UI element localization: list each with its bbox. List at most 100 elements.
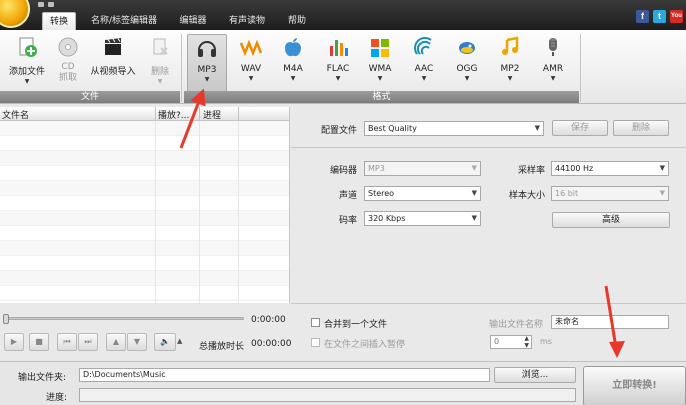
delete-button[interactable]: 删除 ▼ bbox=[146, 34, 174, 92]
format-label: M4A bbox=[283, 64, 303, 74]
cd-rip-line1: CD bbox=[61, 62, 75, 72]
list-item bbox=[0, 286, 289, 301]
tab-audiobook[interactable]: 有声读物 bbox=[224, 12, 270, 30]
format-label: WAV bbox=[240, 64, 262, 74]
list-item bbox=[0, 256, 289, 271]
format-wma-button[interactable]: WMA ▼ bbox=[360, 34, 400, 92]
format-mp2-button[interactable]: MP2 ▼ bbox=[490, 34, 530, 92]
equalizer-icon bbox=[330, 40, 348, 56]
column-progress[interactable]: 进程 bbox=[203, 108, 221, 121]
volume-up-icon[interactable]: ▲ bbox=[177, 337, 182, 345]
format-flac-button[interactable]: FLAC ▼ bbox=[318, 34, 358, 92]
format-wav-button[interactable]: WAV ▼ bbox=[231, 34, 271, 92]
progress-bar bbox=[79, 388, 576, 402]
file-list-header: 文件名 播放?... 进程 bbox=[0, 107, 289, 121]
format-label: WMA bbox=[368, 64, 392, 74]
move-up-button[interactable]: ▲ bbox=[106, 333, 126, 351]
title-bar: 转换 名称/标签编辑器 编辑器 有声读物 帮助 f t You bbox=[0, 0, 686, 30]
aac-wave-icon bbox=[414, 37, 432, 55]
bitrate-value: 320 Kbps bbox=[368, 214, 406, 223]
seek-slider[interactable] bbox=[3, 314, 244, 324]
seek-handle[interactable] bbox=[3, 314, 9, 324]
move-down-button[interactable]: ▼ bbox=[127, 333, 147, 351]
column-play[interactable]: 播放?... bbox=[158, 108, 189, 121]
chevron-down-icon[interactable]: ▼ bbox=[318, 75, 358, 82]
add-file-button[interactable]: 添加文件 ▼ bbox=[4, 34, 50, 92]
ribbon: 添加文件 ▼ CD 抓取 从视频导入 删除 ▼ 文件 MP3 ▼ WAV ▼ M4… bbox=[0, 30, 686, 104]
file-list[interactable]: 文件名 播放?... 进程 bbox=[0, 107, 290, 303]
pause-input[interactable]: 0 ▲ ▼ bbox=[490, 335, 532, 349]
format-label: OGG bbox=[456, 64, 478, 74]
chevron-down-icon[interactable]: ▼ bbox=[360, 75, 400, 82]
settings-panel: 配置文件 Best Quality ▼ 保存 删除 编码器 MP3 ▼ 声道 Ste… bbox=[291, 107, 686, 303]
tab-tag-editor[interactable]: 名称/标签编辑器 bbox=[84, 12, 164, 30]
ogg-fish-icon bbox=[459, 42, 475, 54]
play-button[interactable]: ▶ bbox=[4, 333, 24, 351]
delete-profile-button[interactable]: 删除 bbox=[613, 120, 669, 136]
quick-access-toolbar bbox=[38, 0, 78, 7]
insert-pause-checkbox[interactable] bbox=[311, 338, 320, 347]
channel-select[interactable]: Stereo ▼ bbox=[364, 186, 481, 201]
youtube-icon[interactable]: You bbox=[670, 10, 683, 23]
chevron-down-icon[interactable]: ▼ bbox=[490, 75, 530, 82]
chevron-down-icon[interactable]: ▼ bbox=[4, 78, 50, 85]
convert-now-button[interactable]: 立即转换! bbox=[583, 366, 686, 405]
pause-value: 0 bbox=[494, 337, 500, 346]
cd-rip-button[interactable]: CD 抓取 bbox=[54, 34, 82, 92]
chevron-down-icon[interactable]: ▼ bbox=[447, 75, 487, 82]
advanced-button[interactable]: 高级 bbox=[552, 212, 670, 228]
next-button[interactable]: ⏭ bbox=[78, 333, 98, 351]
encoder-select[interactable]: MP3 ▼ bbox=[364, 161, 481, 176]
tab-convert[interactable]: 转换 bbox=[42, 12, 76, 30]
output-folder-input[interactable]: D:\Documents\Music bbox=[79, 368, 490, 382]
facebook-icon[interactable]: f bbox=[636, 10, 649, 23]
chevron-down-icon[interactable]: ▼ bbox=[231, 75, 271, 82]
browse-button[interactable]: 浏览... bbox=[494, 367, 576, 383]
ribbon-separator bbox=[181, 34, 182, 102]
import-video-button[interactable]: 从视频导入 bbox=[86, 34, 140, 92]
bitrate-label: 码率 bbox=[338, 216, 357, 226]
apple-icon bbox=[285, 38, 301, 57]
chevron-down-icon: ▼ bbox=[471, 214, 477, 222]
pause-unit: ms bbox=[540, 337, 552, 346]
bitrate-select[interactable]: 320 Kbps ▼ bbox=[364, 211, 481, 226]
chevron-down-icon: ▼ bbox=[157, 78, 163, 85]
tab-help[interactable]: 帮助 bbox=[282, 12, 312, 30]
list-item bbox=[0, 211, 289, 226]
merge-checkbox[interactable] bbox=[311, 318, 320, 327]
format-label: MP2 bbox=[500, 64, 520, 74]
output-name-input[interactable]: 未命名 bbox=[551, 315, 669, 329]
format-mp3-button[interactable]: MP3 ▼ bbox=[187, 34, 227, 92]
volume-button[interactable]: 🔈 bbox=[154, 333, 176, 351]
format-ogg-button[interactable]: OGG ▼ bbox=[447, 34, 487, 92]
samplesize-value: 16 bit bbox=[555, 189, 579, 198]
chevron-down-icon[interactable]: ▼ bbox=[404, 75, 444, 82]
output-bar: 输出文件夹: D:\Documents\Music 浏览... 进度: 立即转换… bbox=[0, 361, 686, 405]
chevron-down-icon[interactable]: ▼ bbox=[188, 76, 226, 83]
add-file-icon bbox=[19, 37, 37, 57]
samplesize-select[interactable]: 16 bit ▼ bbox=[551, 186, 669, 201]
app-menu-orb[interactable] bbox=[0, 0, 30, 28]
format-m4a-button[interactable]: M4A ▼ bbox=[273, 34, 313, 92]
list-item bbox=[0, 181, 289, 196]
stop-button[interactable]: ■ bbox=[29, 333, 49, 351]
chevron-down-icon[interactable]: ▼ bbox=[273, 75, 313, 82]
format-amr-button[interactable]: AMR ▼ bbox=[533, 34, 573, 92]
stepper-icon[interactable]: ▲ ▼ bbox=[524, 335, 529, 349]
insert-pause-label: 在文件之间插入暂停 bbox=[324, 340, 406, 350]
delete-file-icon bbox=[153, 38, 168, 55]
tab-editor[interactable]: 编辑器 bbox=[174, 12, 212, 30]
output-folder-label: 输出文件夹: bbox=[18, 373, 67, 383]
samplerate-select[interactable]: 44100 Hz ▼ bbox=[551, 161, 669, 176]
twitter-icon[interactable]: t bbox=[653, 10, 666, 23]
total-duration-value: 00:00:00 bbox=[251, 339, 292, 349]
save-button[interactable]: 保存 bbox=[552, 120, 608, 136]
format-aac-button[interactable]: AAC ▼ bbox=[404, 34, 444, 92]
column-file-name[interactable]: 文件名 bbox=[2, 108, 29, 121]
profile-select[interactable]: Best Quality ▼ bbox=[364, 121, 544, 136]
chevron-down-icon[interactable]: ▼ bbox=[533, 75, 573, 82]
list-item bbox=[0, 121, 289, 136]
list-item bbox=[0, 196, 289, 211]
prev-button[interactable]: ⏮ bbox=[57, 333, 77, 351]
prev-icon: ⏮ bbox=[63, 337, 71, 346]
